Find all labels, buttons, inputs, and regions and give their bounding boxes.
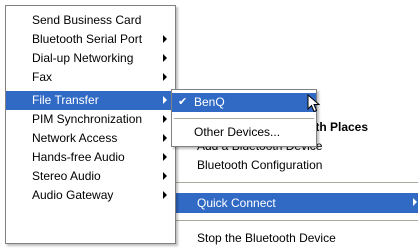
- menu-item-label: Hands-free Audio: [32, 150, 125, 164]
- main-menu-item-label: Quick Connect: [197, 196, 276, 210]
- check-icon: ✔: [178, 96, 188, 108]
- submenu-arrow-icon: [163, 73, 167, 81]
- menu-item-file-transfer[interactable]: File Transfer: [6, 91, 175, 110]
- main-menu-separator: [165, 220, 418, 221]
- menu-item-label: File Transfer: [32, 93, 99, 107]
- menu-item-dial-up-networking[interactable]: Dial-up Networking: [6, 49, 175, 68]
- menu-item-label: Send Business Card: [32, 13, 142, 27]
- menu-item-label: Fax: [32, 70, 53, 84]
- main-menu-item-configuration[interactable]: Bluetooth Configuration: [163, 156, 418, 175]
- menu-item-bluetooth-serial-port[interactable]: Bluetooth Serial Port: [6, 30, 175, 49]
- file-transfer-submenu: ✔ BenQ Other Devices...: [171, 89, 317, 147]
- menu-item-label: Dial-up Networking: [32, 51, 134, 65]
- main-menu-separator: [165, 182, 418, 183]
- menu-item-label: PIM Synchronization: [32, 112, 143, 126]
- menu-item-pim-synchronization[interactable]: PIM Synchronization: [6, 110, 175, 129]
- submenu-arrow-icon: [163, 35, 167, 43]
- menu-item-label: Audio Gateway: [32, 188, 114, 202]
- main-menu-item-label: Bluetooth Configuration: [197, 158, 323, 172]
- main-menu-item-quick-connect[interactable]: Quick Connect: [163, 193, 418, 213]
- submenu-separator: [174, 118, 314, 119]
- submenu-item-benq[interactable]: ✔ BenQ: [172, 93, 316, 112]
- menu-item-audio-gateway[interactable]: Audio Gateway: [6, 186, 175, 205]
- submenu-arrow-icon: [413, 198, 417, 206]
- mouse-pointer-icon: [307, 94, 321, 113]
- menu-item-fax[interactable]: Fax: [6, 68, 175, 87]
- main-menu-header-label: oth Places: [308, 120, 369, 134]
- services-menu: Send Business Card Bluetooth Serial Port…: [5, 5, 176, 244]
- submenu-arrow-icon: [163, 54, 167, 62]
- menu-item-label: Network Access: [32, 131, 118, 145]
- menu-item-stereo-audio[interactable]: Stereo Audio: [6, 167, 175, 186]
- submenu-arrow-icon: [163, 172, 167, 180]
- submenu-arrow-icon: [163, 96, 167, 104]
- submenu-arrow-icon: [163, 153, 167, 161]
- menu-item-hands-free-audio[interactable]: Hands-free Audio: [6, 148, 175, 167]
- submenu-item-label: Other Devices...: [194, 125, 281, 139]
- submenu-arrow-icon: [163, 134, 167, 142]
- main-menu-item-label: Stop the Bluetooth Device: [197, 231, 336, 245]
- submenu-item-other-devices[interactable]: Other Devices...: [172, 123, 316, 142]
- submenu-arrow-icon: [163, 115, 167, 123]
- menu-item-label: Stereo Audio: [32, 169, 101, 183]
- main-menu-item-stop-device[interactable]: Stop the Bluetooth Device: [163, 229, 418, 248]
- submenu-item-label: BenQ: [194, 95, 225, 109]
- menu-item-label: Bluetooth Serial Port: [32, 32, 143, 46]
- submenu-arrow-icon: [163, 191, 167, 199]
- menu-item-send-business-card[interactable]: Send Business Card: [6, 11, 175, 30]
- menu-item-network-access[interactable]: Network Access: [6, 129, 175, 148]
